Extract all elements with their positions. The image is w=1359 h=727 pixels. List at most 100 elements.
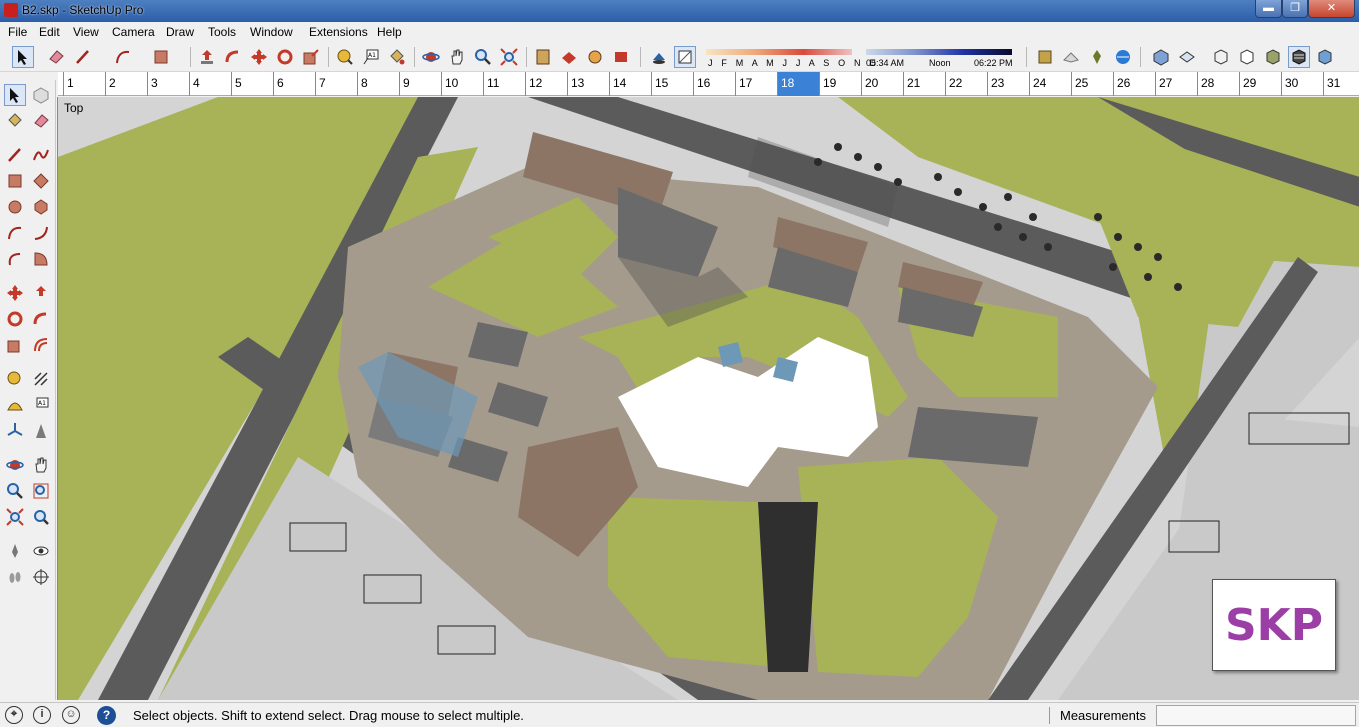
shaded-with-textures-style-icon[interactable] — [1288, 46, 1310, 68]
push-pull-icon[interactable] — [30, 282, 52, 304]
sketchup-app-icon[interactable] — [4, 3, 18, 17]
ruler-tick[interactable]: 8 — [357, 72, 399, 96]
tape-measure-icon[interactable] — [4, 368, 26, 390]
ruler-tick[interactable]: 6 — [273, 72, 315, 96]
eraser-icon[interactable] — [30, 110, 52, 132]
paint-bucket-icon[interactable] — [4, 110, 26, 132]
rotate-icon[interactable] — [4, 308, 26, 330]
ruler-tick[interactable]: 18 — [777, 72, 819, 96]
share-model-icon[interactable] — [558, 46, 580, 68]
ruler-tick[interactable]: 14 — [609, 72, 651, 96]
text-icon[interactable]: A1 — [30, 394, 52, 416]
menu-window[interactable]: Window — [250, 25, 293, 39]
ruler-tick[interactable]: 28 — [1197, 72, 1239, 96]
scale-tool-icon[interactable] — [300, 46, 322, 68]
ruler-tick[interactable]: 17 — [735, 72, 777, 96]
arc-tool-icon[interactable] — [112, 46, 134, 68]
ruler-tick[interactable]: 20 — [861, 72, 903, 96]
ruler-tick[interactable]: 16 — [693, 72, 735, 96]
eraser-tool-icon[interactable] — [45, 46, 67, 68]
ruler-tick[interactable]: 9 — [399, 72, 441, 96]
ruler-tick[interactable]: 23 — [987, 72, 1029, 96]
menu-help[interactable]: Help — [377, 25, 402, 39]
ruler-tick[interactable]: 26 — [1113, 72, 1155, 96]
menu-extensions[interactable]: Extensions — [309, 25, 368, 39]
photo-textures-icon[interactable] — [1112, 46, 1134, 68]
tape-measure-tool-icon[interactable] — [334, 46, 356, 68]
freehand-icon[interactable] — [30, 144, 52, 166]
measurements-input[interactable] — [1156, 705, 1356, 726]
user-icon[interactable]: ☺ — [62, 706, 80, 724]
pan-tool-icon[interactable] — [446, 46, 468, 68]
geo-location-icon[interactable]: ⌖ — [5, 706, 23, 724]
zoom-extents-icon[interactable] — [4, 506, 26, 528]
paint-bucket-tool-icon[interactable] — [386, 46, 408, 68]
move-icon[interactable] — [4, 282, 26, 304]
rotated-rectangle-icon[interactable] — [30, 170, 52, 192]
time-slider[interactable] — [866, 49, 1012, 55]
info-icon[interactable]: i — [33, 706, 51, 724]
zoom-icon[interactable] — [4, 480, 26, 502]
make-component-icon[interactable] — [30, 84, 52, 106]
minimize-button[interactable]: ▬ — [1255, 0, 1282, 18]
maximize-button[interactable]: ❐ — [1282, 0, 1308, 18]
iso-view-icon[interactable] — [1150, 46, 1172, 68]
add-location-icon[interactable] — [1086, 46, 1108, 68]
close-button[interactable]: ✕ — [1308, 0, 1355, 18]
section-plane-icon[interactable] — [1034, 46, 1056, 68]
monochrome-style-icon[interactable] — [1314, 46, 1336, 68]
ruler-tick[interactable]: 10 — [441, 72, 483, 96]
two-point-arc-icon[interactable] — [30, 222, 52, 244]
show-shadows-icon[interactable] — [648, 46, 670, 68]
walk-icon[interactable] — [4, 566, 26, 588]
follow-me-icon[interactable] — [30, 308, 52, 330]
dimension-icon[interactable] — [30, 368, 52, 390]
ruler-tick[interactable]: 13 — [567, 72, 609, 96]
protractor-icon[interactable] — [4, 394, 26, 416]
ruler-tick[interactable]: 27 — [1155, 72, 1197, 96]
ruler-tick[interactable]: 25 — [1071, 72, 1113, 96]
ruler-tick[interactable]: 2 — [105, 72, 147, 96]
menu-file[interactable]: File — [8, 25, 27, 39]
ruler-tick[interactable]: 11 — [483, 72, 525, 96]
ruler-tick[interactable]: 29 — [1239, 72, 1281, 96]
arc-icon[interactable] — [4, 222, 26, 244]
text-tool-icon[interactable]: A1 — [360, 46, 382, 68]
previous-view-icon[interactable] — [30, 506, 52, 528]
orbit-icon[interactable] — [4, 454, 26, 476]
zoom-extents-tool-icon[interactable] — [498, 46, 520, 68]
ruler-tick[interactable]: 15 — [651, 72, 693, 96]
ruler-tick[interactable]: 1 — [63, 72, 105, 96]
shaded-style-icon[interactable] — [1262, 46, 1284, 68]
follow-me-tool-icon[interactable] — [222, 46, 244, 68]
menu-view[interactable]: View — [73, 25, 99, 39]
move-tool-icon[interactable] — [248, 46, 270, 68]
three-point-arc-icon[interactable] — [4, 248, 26, 270]
offset-icon[interactable] — [30, 334, 52, 356]
axes-icon[interactable] — [4, 420, 26, 442]
line-icon[interactable] — [4, 144, 26, 166]
menu-draw[interactable]: Draw — [166, 25, 194, 39]
site-plan-model[interactable] — [58, 97, 1359, 700]
model-viewport[interactable]: Top SKP — [57, 97, 1359, 700]
top-view-icon[interactable] — [1176, 46, 1198, 68]
wireframe-style-icon[interactable] — [1236, 46, 1258, 68]
ruler-tick[interactable]: 22 — [945, 72, 987, 96]
3d-text-icon[interactable] — [30, 420, 52, 442]
help-icon[interactable]: ? — [97, 706, 116, 725]
push-pull-tool-icon[interactable] — [196, 46, 218, 68]
3d-warehouse-icon[interactable] — [532, 46, 554, 68]
ruler-tick[interactable]: 4 — [189, 72, 231, 96]
rectangle-icon[interactable] — [4, 170, 26, 192]
ruler-tick[interactable]: 5 — [231, 72, 273, 96]
select-tool-icon[interactable] — [4, 84, 26, 106]
ruler-tick[interactable]: 19 — [819, 72, 861, 96]
rectangle-tool-icon[interactable] — [150, 46, 172, 68]
extension-warehouse-icon[interactable] — [610, 46, 632, 68]
ruler-tick[interactable]: 12 — [525, 72, 567, 96]
zoom-window-icon[interactable] — [30, 480, 52, 502]
menu-camera[interactable]: Camera — [112, 25, 155, 39]
ruler-tick[interactable]: 21 — [903, 72, 945, 96]
select-tool-icon[interactable] — [12, 46, 34, 68]
scale-icon[interactable] — [4, 334, 26, 356]
